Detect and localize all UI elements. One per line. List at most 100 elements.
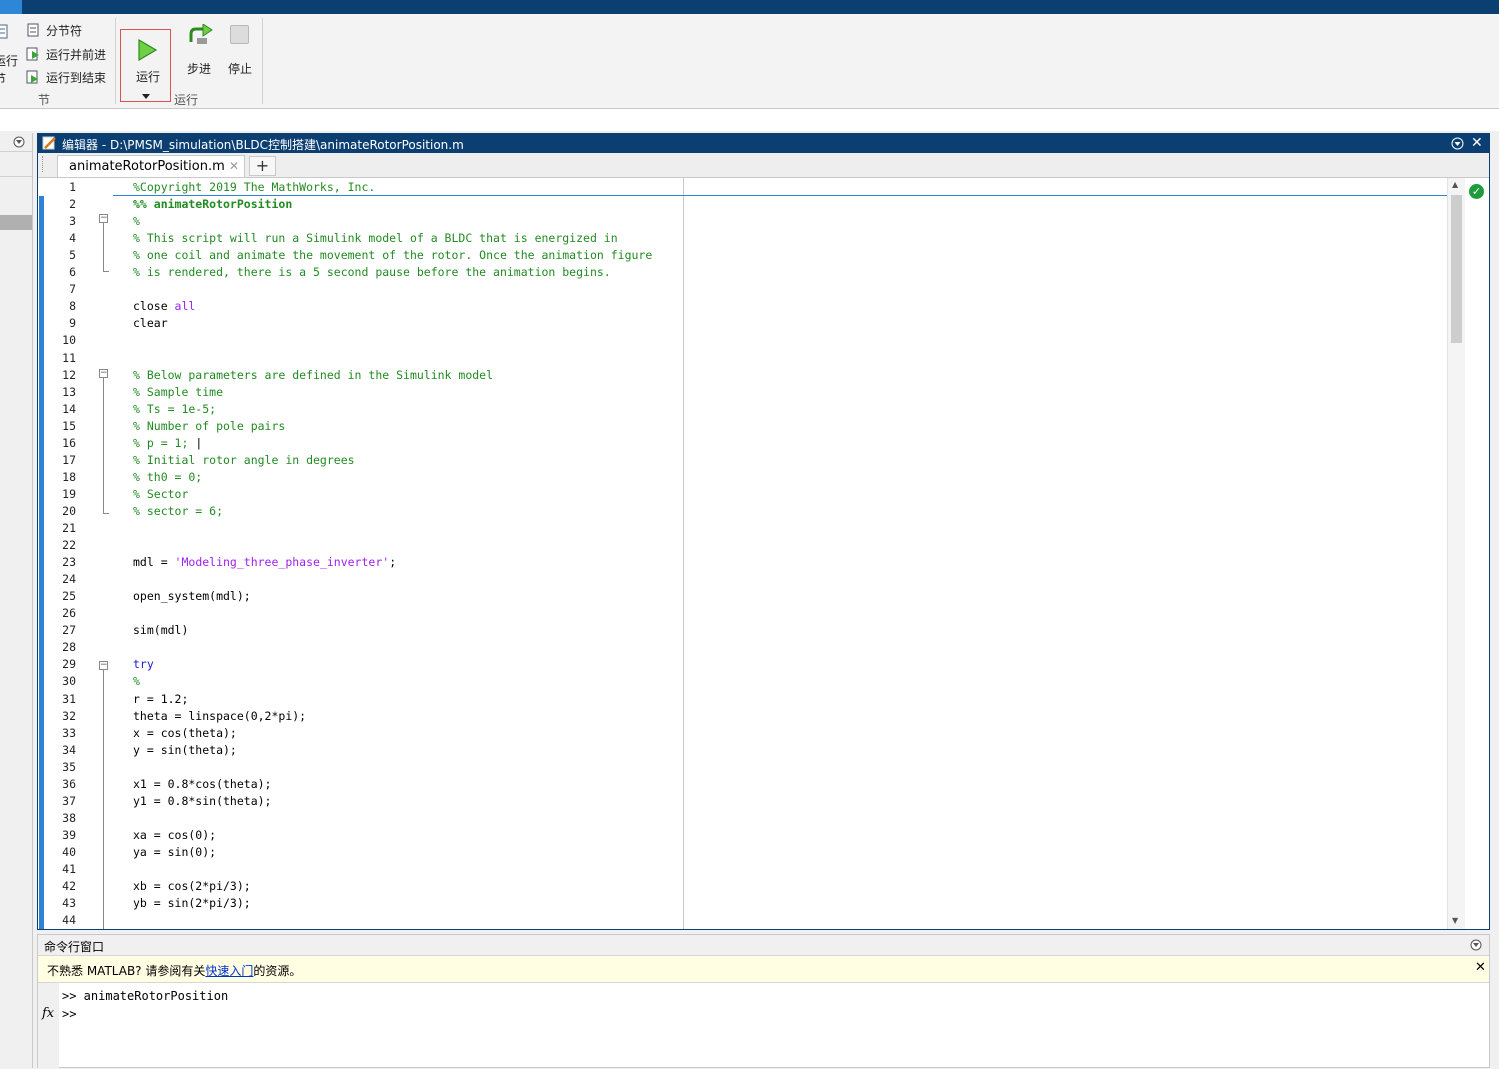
run-button[interactable]: 运行 (120, 29, 171, 102)
code-line[interactable]: % Initial rotor angle in degrees (133, 452, 355, 469)
line-number[interactable]: 43 (44, 895, 76, 912)
line-number[interactable]: 40 (44, 844, 76, 861)
line-number[interactable]: 4 (44, 230, 76, 247)
status-ok-icon[interactable]: ✓ (1469, 184, 1484, 199)
code-line[interactable]: % Sample time (133, 384, 223, 401)
line-number[interactable]: 37 (44, 793, 76, 810)
code-line[interactable]: % p = 1; | (133, 435, 202, 452)
line-number[interactable]: 33 (44, 725, 76, 742)
line-number[interactable]: 39 (44, 827, 76, 844)
code-line[interactable]: y = sin(theta); (133, 742, 237, 759)
fx-icon[interactable]: fx (42, 1006, 54, 1021)
code-line[interactable]: % Below parameters are defined in the Si… (133, 367, 493, 384)
line-number[interactable]: 25 (44, 588, 76, 605)
home-tab-edge[interactable] (0, 0, 22, 14)
code-line[interactable]: % (133, 213, 140, 230)
close-icon[interactable]: ✕ (229, 159, 239, 173)
line-number[interactable]: 14 (44, 401, 76, 418)
line-number[interactable]: 42 (44, 878, 76, 895)
line-number[interactable]: 41 (44, 861, 76, 878)
code-line[interactable]: close all (133, 298, 195, 315)
close-icon[interactable]: ✕ (1475, 960, 1486, 975)
line-number[interactable]: 23 (44, 554, 76, 571)
code-line[interactable]: % This script will run a Simulink model … (133, 230, 618, 247)
getting-started-link[interactable]: 快速入门 (205, 964, 253, 978)
chevron-down-icon[interactable] (142, 89, 151, 103)
line-number[interactable]: 16 (44, 435, 76, 452)
line-number[interactable]: 15 (44, 418, 76, 435)
tab-animaterotorposition[interactable]: animateRotorPosition.m ✕ (57, 155, 245, 177)
scroll-up-icon[interactable]: ▲ (1452, 180, 1458, 189)
code-line[interactable]: x1 = 0.8*cos(theta); (133, 776, 271, 793)
line-number[interactable]: 34 (44, 742, 76, 759)
line-number[interactable]: 22 (44, 537, 76, 554)
code-line[interactable]: % Ts = 1e-5; (133, 401, 216, 418)
close-icon[interactable]: ✕ (1471, 135, 1483, 151)
scroll-down-icon[interactable]: ▼ (1452, 916, 1458, 925)
line-number[interactable]: 36 (44, 776, 76, 793)
code-line[interactable]: clear (133, 315, 168, 332)
code-line[interactable]: % Number of pole pairs (133, 418, 285, 435)
code-line[interactable]: open_system(mdl); (133, 588, 251, 605)
code-line[interactable]: % is rendered, there is a 5 second pause… (133, 264, 611, 281)
add-tab-button[interactable]: + (249, 156, 276, 176)
fold-toggle[interactable]: − (99, 661, 108, 670)
code-line[interactable]: %Copyright 2019 The MathWorks, Inc. (133, 179, 375, 196)
line-number[interactable]: 9 (44, 315, 76, 332)
stop-button[interactable]: 停止 (226, 22, 256, 76)
vertical-scrollbar[interactable]: ▲ ▼ (1447, 178, 1465, 929)
line-number[interactable]: 11 (44, 350, 76, 367)
line-number[interactable]: 30 (44, 673, 76, 690)
line-number[interactable]: 2 (44, 196, 76, 213)
line-number[interactable]: 44 (44, 912, 76, 929)
code-line[interactable]: % th0 = 0; (133, 469, 202, 486)
run-section-label[interactable]: 运行 (0, 52, 18, 69)
line-number[interactable]: 17 (44, 452, 76, 469)
step-button[interactable]: 步进 (185, 22, 215, 76)
line-number[interactable]: 20 (44, 503, 76, 520)
code-line[interactable]: y1 = 0.8*sin(theta); (133, 793, 271, 810)
line-number[interactable]: 5 (44, 247, 76, 264)
line-number[interactable]: 35 (44, 759, 76, 776)
code-line[interactable]: ya = sin(0); (133, 844, 216, 861)
line-number[interactable]: 6 (44, 264, 76, 281)
code-line[interactable]: xa = cos(0); (133, 827, 216, 844)
code-line[interactable]: try (133, 656, 154, 673)
code-line[interactable]: %% animateRotorPosition (133, 196, 292, 213)
line-number[interactable]: 21 (44, 520, 76, 537)
line-number[interactable]: 27 (44, 622, 76, 639)
line-number[interactable]: 10 (44, 332, 76, 349)
scrollbar-thumb[interactable] (1451, 195, 1462, 343)
code-line[interactable]: r = 1.2; (133, 691, 188, 708)
code-line[interactable]: theta = linspace(0,2*pi); (133, 708, 306, 725)
line-number[interactable]: 29 (44, 656, 76, 673)
line-number[interactable]: 3 (44, 213, 76, 230)
line-number[interactable]: 38 (44, 810, 76, 827)
line-number[interactable]: 24 (44, 571, 76, 588)
line-number[interactable]: 18 (44, 469, 76, 486)
collapse-icon[interactable] (13, 136, 25, 151)
collapse-icon[interactable] (1451, 137, 1464, 153)
line-number[interactable]: 8 (44, 298, 76, 315)
panel-selected-row[interactable] (0, 215, 32, 230)
fold-toggle[interactable]: − (99, 369, 108, 378)
fold-toggle[interactable]: − (99, 214, 108, 223)
line-number[interactable]: 13 (44, 384, 76, 401)
line-number[interactable]: 12 (44, 367, 76, 384)
code-line[interactable]: % Sector (133, 486, 188, 503)
line-number[interactable]: 7 (44, 281, 76, 298)
line-number[interactable]: 31 (44, 691, 76, 708)
command-prompt[interactable]: >> (62, 1007, 76, 1021)
line-number[interactable]: 26 (44, 605, 76, 622)
collapse-icon[interactable] (1470, 939, 1482, 954)
line-number[interactable]: 32 (44, 708, 76, 725)
code-line[interactable]: mdl = 'Modeling_three_phase_inverter'; (133, 554, 396, 571)
line-number[interactable]: 28 (44, 639, 76, 656)
line-number[interactable]: 1 (44, 179, 76, 196)
code-line[interactable]: yb = sin(2*pi/3); (133, 895, 251, 912)
code-line[interactable]: xb = cos(2*pi/3); (133, 878, 251, 895)
code-line[interactable]: % (133, 673, 140, 690)
code-editor[interactable]: 1 %Copyright 2019 The MathWorks, Inc. 2%% … (38, 178, 1489, 929)
line-number[interactable]: 19 (44, 486, 76, 503)
code-line[interactable]: % sector = 6; (133, 503, 223, 520)
